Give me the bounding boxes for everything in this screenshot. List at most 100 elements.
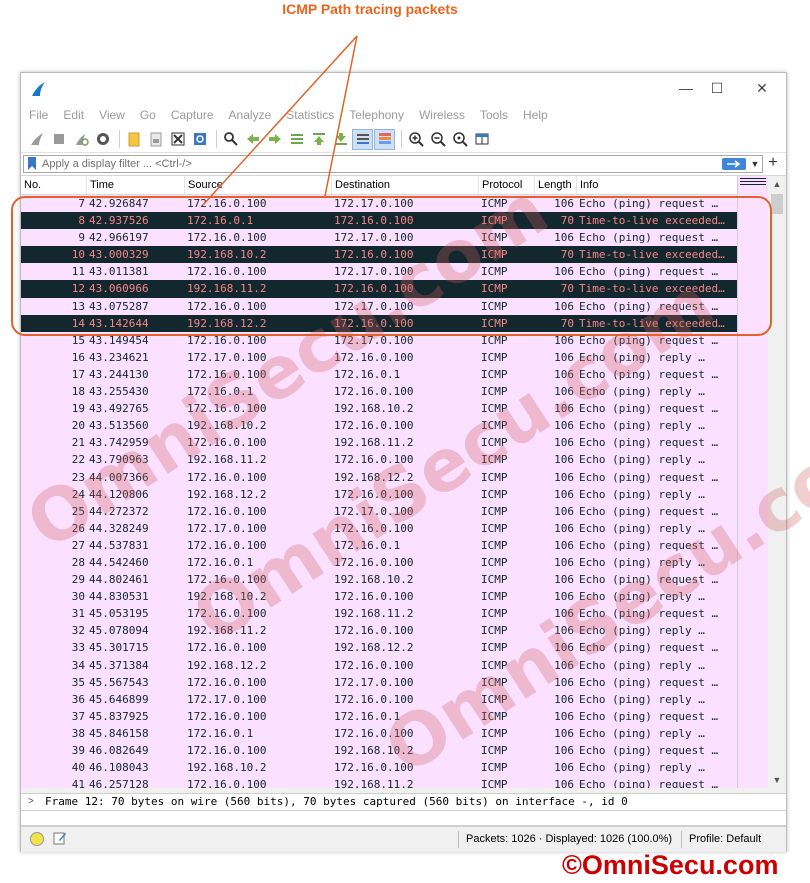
zoom-out-icon[interactable] [428, 130, 447, 149]
save-file-icon[interactable] [146, 130, 165, 149]
open-file-icon[interactable] [124, 130, 143, 149]
packet-row[interactable]: 29 44.802461 172.16.0.100 192.168.10.2 ICMP 1… [21, 571, 737, 589]
packet-row[interactable]: 36 45.646899 172.17.0.100 172.16.0.100 ICMP 1… [21, 690, 737, 708]
scroll-down-arrow-icon[interactable]: ▼ [768, 772, 786, 788]
expert-info-icon[interactable] [30, 832, 44, 846]
packet-row[interactable]: 10 43.000329 192.168.10.2 172.16.0.100 ICMP 7… [21, 246, 737, 264]
menu-capture[interactable]: Capture [171, 108, 214, 122]
packet-cell-dst: 192.168.10.2 [334, 573, 414, 587]
packet-row[interactable]: 19 43.492765 172.16.0.100 192.168.10.2 ICMP 1… [21, 400, 737, 418]
packet-row[interactable]: 22 43.790963 192.168.11.2 172.16.0.100 ICMP 1… [21, 451, 737, 469]
zoom-in-icon[interactable] [406, 130, 425, 149]
packet-row[interactable]: 26 44.328249 172.17.0.100 172.16.0.100 ICMP 1… [21, 519, 737, 537]
packet-row[interactable]: 17 43.244130 172.16.0.100 172.16.0.1 ICMP 106… [21, 365, 737, 384]
packet-cell-proto: ICMP [481, 470, 508, 484]
vertical-scrollbar[interactable]: ▲ ▼ [768, 176, 786, 788]
packet-row[interactable]: 30 44.830531 192.168.10.2 172.16.0.100 ICMP 1… [21, 588, 737, 606]
packet-row[interactable]: 18 43.255430 172.16.0.1 172.16.0.100 ICMP 106… [21, 383, 737, 401]
packet-row[interactable]: 23 44.007366 172.16.0.100 192.168.12.2 ICMP 1… [21, 468, 737, 486]
menu-view[interactable]: View [99, 108, 125, 122]
profile-status[interactable]: Profile: Default [689, 827, 761, 851]
close-file-icon[interactable] [168, 130, 187, 149]
frame-summary[interactable]: Frame 12: 70 bytes on wire (560 bits), 7… [45, 794, 745, 810]
column-header-time[interactable]: Time [87, 176, 185, 194]
packet-row[interactable]: 38 45.846158 172.16.0.1 172.16.0.100 ICMP 106… [21, 724, 737, 742]
menu-analyze[interactable]: Analyze [229, 108, 272, 122]
packet-row[interactable]: 31 45.053195 172.16.0.100 192.168.11.2 ICMP 1… [21, 605, 737, 623]
packet-row[interactable]: 8 42.937526 172.16.0.1 172.16.0.100 ICMP 70 Ti… [21, 212, 737, 230]
menu-tools[interactable]: Tools [480, 108, 508, 122]
packet-cell-len: 106 [554, 658, 574, 672]
packet-row[interactable]: 20 43.513560 192.168.10.2 172.16.0.100 ICMP 1… [21, 417, 737, 435]
menu-statistics[interactable]: Statistics [286, 108, 334, 122]
find-packet-icon[interactable] [221, 130, 240, 149]
colorize-icon[interactable] [374, 128, 395, 150]
packet-row[interactable]: 14 43.142644 192.168.12.2 172.16.0.100 ICMP 7… [21, 314, 737, 332]
packet-row[interactable]: 27 44.537831 172.16.0.100 172.16.0.1 ICMP 106… [21, 536, 737, 554]
packet-row[interactable]: 28 44.542460 172.16.0.1 172.16.0.100 ICMP 106… [21, 553, 737, 572]
go-back-icon[interactable] [243, 130, 262, 149]
packet-row[interactable]: 41 46.257128 172.16.0.100 192.168.11.2 ICMP 1… [21, 776, 737, 788]
menu-edit[interactable]: Edit [63, 108, 84, 122]
scroll-up-arrow-icon[interactable]: ▲ [768, 176, 786, 192]
resize-columns-icon[interactable] [472, 130, 491, 149]
menu-help[interactable]: Help [523, 108, 548, 122]
status-separator [681, 831, 682, 848]
packet-row[interactable]: 21 43.742959 172.16.0.100 192.168.11.2 ICMP 1… [21, 434, 737, 452]
column-header-no[interactable]: No. [21, 176, 87, 194]
packet-row[interactable]: 35 45.567543 172.16.0.100 172.17.0.100 ICMP 1… [21, 673, 737, 691]
packet-row[interactable]: 33 45.301715 172.16.0.100 192.168.12.2 ICMP 1… [21, 639, 737, 657]
start-capture-icon[interactable] [27, 130, 46, 149]
packet-row[interactable]: 34 45.371384 192.168.12.2 172.16.0.100 ICMP 1… [21, 656, 737, 674]
column-header-source[interactable]: Source [185, 176, 332, 194]
reload-file-icon[interactable] [190, 130, 209, 149]
packet-row[interactable]: 15 43.149454 172.16.0.100 172.17.0.100 ICMP 1… [21, 331, 737, 349]
menu-go[interactable]: Go [140, 108, 156, 122]
bookmark-icon[interactable] [27, 157, 37, 170]
packet-row[interactable]: 12 43.060966 192.168.11.2 172.16.0.100 ICMP 7… [21, 280, 737, 298]
packet-row[interactable]: 40 46.108043 192.168.10.2 172.16.0.100 ICMP 1… [21, 759, 737, 777]
capture-options-icon[interactable] [93, 130, 112, 149]
go-to-packet-icon[interactable] [287, 130, 306, 149]
menu-wireless[interactable]: Wireless [419, 108, 465, 122]
column-header-destination[interactable]: Destination [332, 176, 479, 194]
column-header-protocol[interactable]: Protocol [479, 176, 535, 194]
last-packet-icon[interactable] [331, 130, 350, 149]
maximize-button[interactable]: ☐ [702, 77, 732, 99]
capture-comment-icon[interactable] [53, 831, 67, 845]
restart-capture-icon[interactable] [71, 130, 90, 149]
column-header-info[interactable]: Info [577, 176, 737, 194]
packet-row[interactable]: 11 43.011381 172.16.0.100 172.17.0.100 ICMP 1… [21, 263, 737, 281]
column-header-length[interactable]: Length [535, 176, 577, 194]
menu-telephony[interactable]: Telephony [349, 108, 404, 122]
packet-row[interactable]: 7 42.926847 172.16.0.100 172.17.0.100 ICMP 10… [21, 195, 737, 213]
stop-capture-icon[interactable] [49, 130, 68, 149]
packet-row[interactable]: 13 43.075287 172.16.0.100 172.17.0.100 ICMP 1… [21, 297, 737, 315]
packet-row[interactable]: 39 46.082649 172.16.0.100 192.168.10.2 ICMP 1… [21, 742, 737, 760]
filter-history-chevron-down-icon[interactable]: ▼ [749, 156, 761, 172]
packet-cell-time: 44.272372 [89, 504, 149, 518]
minimize-button[interactable]: — [671, 77, 701, 99]
scrollbar-thumb[interactable] [771, 194, 783, 214]
packet-row[interactable]: 25 44.272372 172.16.0.100 172.17.0.100 ICMP 1… [21, 502, 737, 520]
normal-size-icon[interactable] [450, 130, 469, 149]
packet-cell-src: 172.16.0.100 [187, 504, 267, 518]
display-filter-input[interactable] [42, 156, 722, 172]
packet-cell-info: Echo (ping) request … [579, 197, 719, 210]
packet-row[interactable]: 32 45.078094 192.168.11.2 172.16.0.100 ICMP 1… [21, 622, 737, 640]
first-packet-icon[interactable] [309, 130, 328, 149]
packet-row[interactable]: 24 44.120806 192.168.12.2 172.16.0.100 ICMP 1… [21, 485, 737, 503]
packet-row[interactable]: 9 42.966197 172.16.0.100 172.17.0.100 ICMP 10… [21, 229, 737, 247]
expand-chevron-right-icon[interactable]: > [28, 794, 34, 810]
apply-filter-arrow-icon[interactable] [722, 158, 746, 170]
packet-cell-len: 70 [560, 316, 574, 330]
packet-row[interactable]: 16 43.234621 172.17.0.100 172.16.0.100 ICMP 1… [21, 348, 737, 366]
menu-file[interactable]: File [29, 108, 48, 122]
close-button[interactable]: ✕ [747, 77, 777, 99]
packet-cell-info: Echo (ping) request … [579, 538, 719, 552]
add-filter-button-plus-icon[interactable]: + [765, 153, 781, 173]
packet-row[interactable]: 37 45.837925 172.16.0.100 172.16.0.1 ICMP 106… [21, 707, 737, 725]
auto-scroll-icon[interactable] [352, 128, 373, 150]
packet-minimap[interactable] [737, 176, 768, 788]
go-forward-icon[interactable] [265, 130, 284, 149]
